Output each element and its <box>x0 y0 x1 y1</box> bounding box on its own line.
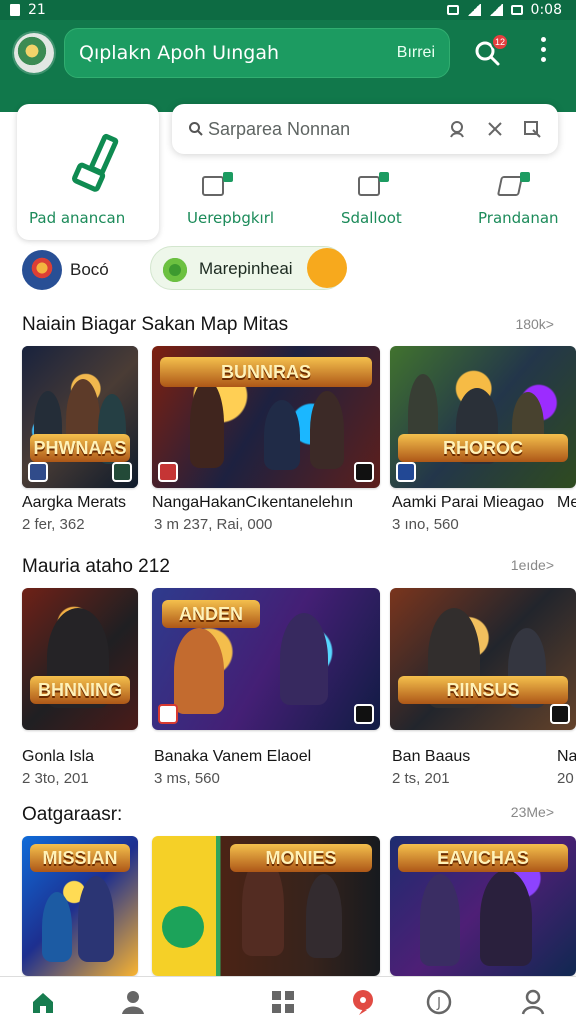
top-search-text: Qıplakn Apoh Uıngah <box>79 42 280 64</box>
game-device-icon <box>112 462 132 482</box>
chip-game-icon <box>163 258 187 282</box>
person-search-icon[interactable] <box>448 119 468 139</box>
game-art-title: RIINSUS <box>398 676 568 704</box>
game-card[interactable]: EAVICHAS <box>390 836 576 976</box>
app-logo-icon[interactable] <box>14 33 54 73</box>
game-card[interactable]: ANDEN <box>152 588 380 730</box>
game-rating-icon <box>158 462 178 482</box>
status-bar: 21 0:08 <box>0 0 576 20</box>
info-icon[interactable]: J <box>424 987 454 1017</box>
game-rating-icon <box>158 704 178 724</box>
tool-icon <box>58 120 134 205</box>
game-chip-label: Bocó <box>70 260 109 279</box>
game-title: Ban Baaus <box>392 748 471 765</box>
more-vert-icon[interactable] <box>536 37 550 65</box>
close-icon[interactable] <box>486 120 504 138</box>
game-card[interactable]: RIINSUS <box>390 588 576 730</box>
status-left-text: 21 <box>28 2 46 18</box>
game-device-icon <box>550 704 570 724</box>
game-art-title: MISSIAN <box>30 844 130 872</box>
category-label-3: Sdalloot <box>341 209 402 227</box>
game-meta: 2 3to, 201 <box>22 770 89 787</box>
orange-toggle[interactable] <box>307 248 347 288</box>
game-chip-avatar[interactable] <box>22 250 62 290</box>
game-title: Na <box>557 748 576 765</box>
game-device-icon <box>354 704 374 724</box>
game-card[interactable]: MISSIAN <box>22 836 138 976</box>
svg-text:J: J <box>436 996 441 1011</box>
search-icon[interactable]: 12 <box>473 33 509 67</box>
game-title: Banaka Vanem Elaoel <box>154 748 312 765</box>
game-art-title: ANDEN <box>162 600 260 628</box>
game-meta: 3 m 237, Rai, 000 <box>154 516 273 533</box>
active-chip-label: Marepinheai <box>199 259 293 278</box>
top-search-right-label: Bırrei <box>396 44 435 61</box>
game-art-title: BHNNING <box>30 676 130 704</box>
profile-icon[interactable] <box>118 987 148 1017</box>
battery-icon <box>510 5 523 15</box>
game-title: Aamki Parai Mieagao <box>392 494 545 511</box>
category-search[interactable]: Sarparea Nonnan <box>172 104 558 154</box>
category-label-4: Prandanan <box>478 209 559 227</box>
category-icon-3[interactable] <box>352 172 389 202</box>
game-card[interactable]: PHWNAAS <box>22 346 138 488</box>
category-icon-4[interactable] <box>493 172 530 202</box>
game-title: NangaHakanCıkentanelehın <box>152 494 354 511</box>
game-title: Gonla Isla <box>22 748 95 765</box>
small-search-icon <box>189 122 203 136</box>
game-title: Aargka Merats <box>22 494 127 511</box>
game-card[interactable]: BUNNRAS <box>152 346 380 488</box>
game-meta: 2 fer, 362 <box>22 516 85 533</box>
game-rating-icon <box>396 462 416 482</box>
game-meta: 3 ms, 560 <box>154 770 220 787</box>
section-title-2: Mauria ataho 212 <box>22 556 170 577</box>
status-left: 21 <box>10 2 46 18</box>
bottom-navigation: J <box>0 976 576 1024</box>
see-all-2[interactable]: 1eıde> <box>511 557 554 573</box>
app-header: Qıplakn Apoh Uıngah Bırrei 12 <box>0 20 576 112</box>
app-screen: 21 0:08 Qıplakn Apoh Uıngah Bırrei 12 Pa… <box>0 0 576 1024</box>
mute-icon <box>446 5 459 15</box>
game-art-title: BUNNRAS <box>160 357 372 387</box>
section-title-3: Oatgaraasr: <box>22 804 123 825</box>
game-art-title: RHOROC <box>398 434 568 462</box>
category-search-text: Sarparea Nonnan <box>208 118 351 139</box>
status-right: 0:08 <box>446 2 562 18</box>
top-search-bar[interactable]: Qıplakn Apoh Uıngah Bırrei <box>64 28 450 78</box>
game-rating-icon <box>28 462 48 482</box>
account-icon[interactable] <box>518 987 548 1017</box>
game-art-title: PHWNAAS <box>30 434 130 462</box>
wifi-icon <box>466 4 481 16</box>
panel-action-icons <box>448 119 542 139</box>
category-label-2: Uerepbgkırl <box>187 209 275 227</box>
game-card[interactable]: MONIES <box>152 836 380 976</box>
active-chip[interactable]: Marepinheai <box>150 246 347 290</box>
game-art <box>390 588 576 730</box>
game-meta: 3 ıno, 560 <box>392 516 459 533</box>
see-all-3[interactable]: 23Me> <box>511 804 554 820</box>
notification-badge: 12 <box>491 33 509 51</box>
game-art-title: EAVICHAS <box>398 844 568 872</box>
game-art-title: MONIES <box>230 844 372 872</box>
game-meta: 2 ts, 201 <box>392 770 450 787</box>
signal-icon <box>488 4 503 16</box>
grid-icon[interactable] <box>268 987 298 1017</box>
home-icon[interactable] <box>28 987 58 1017</box>
category-icon-2[interactable] <box>196 172 233 202</box>
game-card[interactable]: RHOROC <box>390 346 576 488</box>
notification-icon[interactable] <box>348 987 378 1017</box>
category-label-1: Pad anancan <box>29 209 126 227</box>
status-time: 0:08 <box>530 2 562 18</box>
game-device-icon <box>354 462 374 482</box>
game-meta: 20 <box>557 770 574 787</box>
edit-icon[interactable] <box>522 119 542 139</box>
game-card[interactable]: BHNNING <box>22 588 138 730</box>
section-title-1: Naiain Biagar Sakan Map Mitas <box>22 314 289 335</box>
sim-icon <box>10 4 20 16</box>
game-title: Me <box>557 494 576 511</box>
see-all-1[interactable]: 180k> <box>515 316 554 332</box>
